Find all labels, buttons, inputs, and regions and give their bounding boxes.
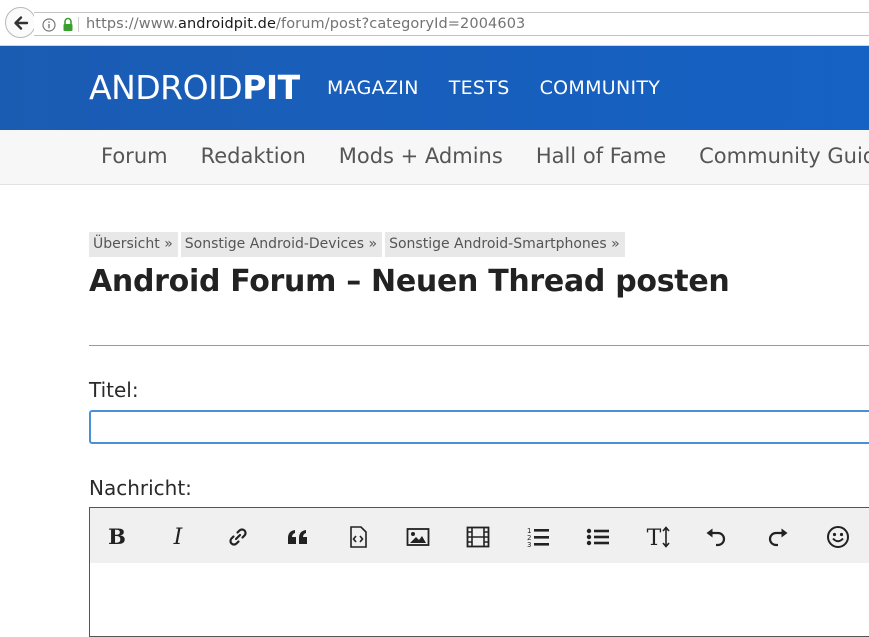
image-icon — [406, 528, 430, 546]
subnav-forum[interactable]: Forum — [101, 144, 168, 168]
italic-button[interactable]: I — [163, 522, 193, 552]
site-header: ANDROIDPIT MAGAZIN TESTS COMMUNITY — [0, 46, 869, 130]
link-button[interactable] — [223, 522, 253, 552]
svg-text:B: B — [108, 526, 126, 548]
nav-tests[interactable]: TESTS — [449, 77, 510, 99]
site-logo[interactable]: ANDROIDPIT — [89, 68, 300, 107]
svg-text:I: I — [173, 526, 184, 548]
divider — [89, 345, 869, 346]
subnav-hall-of-fame[interactable]: Hall of Fame — [536, 144, 666, 168]
redo-icon — [768, 528, 788, 547]
image-button[interactable] — [403, 522, 433, 552]
code-button[interactable] — [343, 522, 373, 552]
breadcrumb-overview[interactable]: Übersicht » — [89, 232, 178, 257]
subnav-mods-admins[interactable]: Mods + Admins — [339, 144, 503, 168]
breadcrumb-other-smartphones[interactable]: Sonstige Android-Smartphones » — [385, 232, 625, 257]
subnav-community-guide[interactable]: Community Guide — [699, 144, 869, 168]
logo-text-pit: PIT — [242, 68, 300, 107]
text-size-button[interactable]: T — [643, 522, 673, 552]
italic-icon: I — [173, 526, 184, 548]
emoji-icon — [827, 526, 849, 548]
subnav-redaktion[interactable]: Redaktion — [201, 144, 306, 168]
svg-text:T: T — [647, 526, 662, 549]
back-arrow-icon — [13, 15, 28, 30]
url-path: /forum/post?categoryId=2004603 — [276, 16, 526, 32]
unordered-list-icon — [586, 528, 609, 546]
quote-icon — [288, 530, 307, 544]
redo-button[interactable] — [762, 522, 792, 552]
video-icon — [466, 526, 490, 548]
code-icon — [350, 526, 367, 548]
breadcrumb: Übersicht » Sonstige Android-Devices » S… — [89, 232, 625, 257]
sub-nav: Forum Redaktion Mods + Admins Hall of Fa… — [0, 130, 869, 185]
text-size-icon: T — [647, 526, 670, 549]
emoji-button[interactable] — [823, 522, 853, 552]
url-scheme: https://www. — [86, 16, 179, 32]
editor-toolbar: B I 1 2 3 T — [90, 508, 869, 563]
quote-button[interactable] — [283, 522, 313, 552]
url-host: androidpit.de — [178, 16, 277, 32]
address-bar[interactable]: https://www.androidpit.de/forum/post?cat… — [34, 12, 869, 36]
unordered-list-button[interactable] — [583, 522, 613, 552]
breadcrumb-other-devices[interactable]: Sonstige Android-Devices » — [180, 232, 383, 257]
bold-icon: B — [108, 526, 126, 548]
lock-icon[interactable] — [62, 17, 74, 32]
undo-button[interactable] — [702, 522, 732, 552]
info-icon[interactable] — [42, 18, 56, 32]
title-input[interactable] — [89, 410, 869, 444]
url-text[interactable]: https://www.androidpit.de/forum/post?cat… — [86, 16, 525, 32]
title-label: Titel: — [89, 378, 139, 402]
url-separator — [78, 17, 79, 32]
back-button[interactable] — [5, 7, 36, 38]
ordered-list-icon: 1 2 3 — [527, 527, 549, 549]
link-icon — [229, 528, 247, 546]
undo-icon — [706, 528, 726, 547]
nav-magazin[interactable]: MAGAZIN — [327, 77, 419, 99]
nav-community[interactable]: COMMUNITY — [540, 77, 661, 99]
browser-toolbar: https://www.androidpit.de/forum/post?cat… — [0, 0, 869, 46]
main-nav: MAGAZIN TESTS COMMUNITY — [327, 77, 690, 99]
message-label: Nachricht: — [89, 476, 192, 500]
video-button[interactable] — [463, 522, 493, 552]
bold-button[interactable]: B — [102, 522, 132, 552]
logo-text-android: ANDROID — [89, 68, 243, 107]
ordered-list-button[interactable]: 1 2 3 — [523, 522, 553, 552]
svg-text:3: 3 — [527, 541, 531, 549]
message-editor[interactable]: B I 1 2 3 T — [89, 507, 869, 637]
page-title: Android Forum – Neuen Thread posten — [89, 264, 730, 299]
